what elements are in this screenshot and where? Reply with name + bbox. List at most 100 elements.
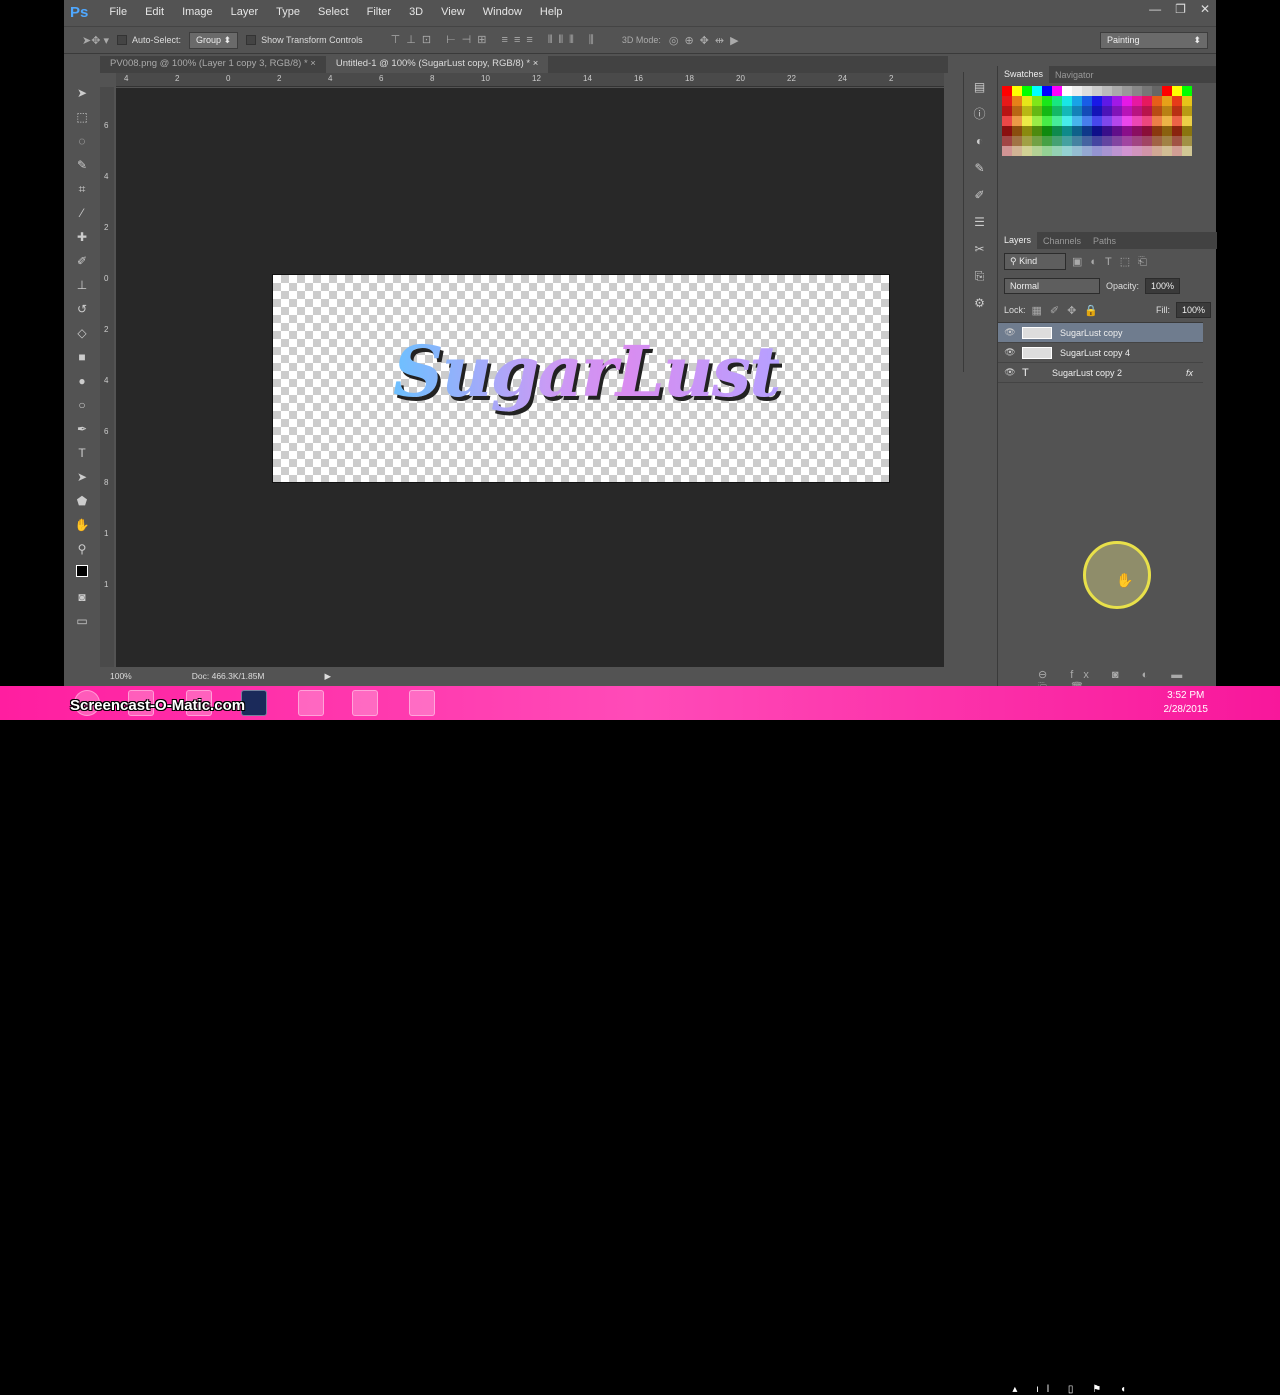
adjustments-icon[interactable]: ☰: [970, 213, 990, 232]
maximize-button[interactable]: ❐: [1175, 2, 1186, 16]
brush-presets-icon[interactable]: ✎: [970, 159, 990, 178]
eye-icon[interactable]: 👁: [998, 327, 1022, 338]
swatch[interactable]: [1032, 126, 1042, 136]
swatch[interactable]: [1122, 96, 1132, 106]
swatch[interactable]: [1072, 126, 1082, 136]
swatch[interactable]: [1012, 96, 1022, 106]
swatch[interactable]: [1072, 106, 1082, 116]
swatch[interactable]: [1172, 86, 1182, 96]
swatch[interactable]: [1172, 106, 1182, 116]
swatch[interactable]: [1112, 116, 1122, 126]
tab-pv008[interactable]: PV008.png @ 100% (Layer 1 copy 3, RGB/8)…: [100, 56, 326, 73]
status-menu-arrow-icon[interactable]: ▶: [325, 671, 332, 682]
tab-paths[interactable]: Paths: [1087, 236, 1122, 246]
swatch[interactable]: [1112, 126, 1122, 136]
history-icon[interactable]: ▤: [970, 78, 990, 97]
tab-untitled-1[interactable]: Untitled-1 @ 100% (SugarLust copy, RGB/8…: [325, 56, 549, 73]
menu-type[interactable]: Type: [267, 6, 309, 18]
swatch[interactable]: [1012, 86, 1022, 96]
swatch[interactable]: [1122, 116, 1132, 126]
swatch[interactable]: [1122, 126, 1132, 136]
swatch[interactable]: [1022, 146, 1032, 156]
swatches-grid[interactable]: [1002, 86, 1192, 156]
swatch[interactable]: [1142, 86, 1152, 96]
swatch[interactable]: [1092, 96, 1102, 106]
tab-channels[interactable]: Channels: [1037, 236, 1087, 246]
swatch[interactable]: [1122, 146, 1132, 156]
swatch[interactable]: [1092, 116, 1102, 126]
swatch[interactable]: [1032, 86, 1042, 96]
swatch[interactable]: [1092, 146, 1102, 156]
swatch[interactable]: [1092, 136, 1102, 146]
healing-brush-icon[interactable]: ✚: [72, 228, 92, 247]
swatch[interactable]: [1162, 126, 1172, 136]
swatch[interactable]: [1142, 126, 1152, 136]
minimize-button[interactable]: —: [1149, 2, 1161, 16]
swatch[interactable]: [1132, 96, 1142, 106]
crop-tool-icon[interactable]: ⌗: [72, 180, 92, 199]
document-canvas[interactable]: SugarLust: [272, 274, 890, 483]
swatch[interactable]: [1142, 136, 1152, 146]
quick-select-tool-icon[interactable]: ✎: [72, 156, 92, 175]
swatch[interactable]: [1052, 126, 1062, 136]
swatch[interactable]: [1032, 146, 1042, 156]
tab-close-icon[interactable]: ×: [533, 58, 539, 69]
swatch[interactable]: [1062, 126, 1072, 136]
filter-icons[interactable]: ▣◐T⬚⎗: [1072, 255, 1155, 269]
swatch[interactable]: [1062, 116, 1072, 126]
swatch[interactable]: [1072, 96, 1082, 106]
swatch[interactable]: [1162, 86, 1172, 96]
tab-close-icon[interactable]: ×: [310, 58, 316, 69]
swatch[interactable]: [1032, 116, 1042, 126]
eye-icon[interactable]: 👁: [998, 367, 1022, 378]
swatch[interactable]: [1032, 136, 1042, 146]
swatch[interactable]: [1062, 106, 1072, 116]
swatch[interactable]: [1182, 96, 1192, 106]
control-panel-taskbar-icon[interactable]: [298, 690, 324, 716]
layer-row[interactable]: 👁 SugarLust copy: [998, 323, 1203, 343]
swatch[interactable]: [1142, 116, 1152, 126]
hand-tool-icon[interactable]: ✋: [72, 516, 92, 535]
menu-window[interactable]: Window: [474, 6, 531, 18]
lock-icons[interactable]: ▦✐✥🔒: [1032, 304, 1107, 317]
swatch[interactable]: [1032, 106, 1042, 116]
swatch[interactable]: [1062, 96, 1072, 106]
swatch[interactable]: [1102, 106, 1112, 116]
blur-tool-icon[interactable]: ●: [72, 372, 92, 391]
system-tray-icons[interactable]: ▴ ıl ▯ ⚑ ◖: [1012, 1384, 1134, 1395]
swatch[interactable]: [1142, 96, 1152, 106]
move-tool-icon[interactable]: ➤✥ ▾: [82, 34, 109, 47]
swatch[interactable]: [1112, 146, 1122, 156]
swatch[interactable]: [1042, 136, 1052, 146]
swatch[interactable]: [1052, 146, 1062, 156]
clone-stamp-icon[interactable]: ⊥: [72, 276, 92, 295]
menu-image[interactable]: Image: [173, 6, 222, 18]
brush-tool-icon[interactable]: ✐: [72, 252, 92, 271]
tab-swatches[interactable]: Swatches: [998, 66, 1050, 83]
swatch[interactable]: [1112, 86, 1122, 96]
swatch[interactable]: [1082, 96, 1092, 106]
swatch[interactable]: [1052, 86, 1062, 96]
menu-filter[interactable]: Filter: [358, 6, 400, 18]
swatch[interactable]: [1022, 86, 1032, 96]
swatch[interactable]: [1102, 116, 1112, 126]
swatch[interactable]: [1102, 146, 1112, 156]
menu-view[interactable]: View: [432, 6, 474, 18]
swatch[interactable]: [1182, 86, 1192, 96]
screen-mode-icon[interactable]: ▭: [72, 612, 92, 631]
swatch[interactable]: [1082, 126, 1092, 136]
brush-icon[interactable]: ✐: [970, 186, 990, 205]
swatch[interactable]: [1122, 86, 1132, 96]
swatch[interactable]: [1132, 116, 1142, 126]
tool-presets-icon[interactable]: ✂: [970, 240, 990, 259]
swatch[interactable]: [1152, 86, 1162, 96]
swatch[interactable]: [1062, 136, 1072, 146]
swatch[interactable]: [1002, 136, 1012, 146]
eyedropper-tool-icon[interactable]: ⁄: [72, 204, 92, 223]
swatch[interactable]: [1122, 136, 1132, 146]
swatch[interactable]: [1012, 136, 1022, 146]
swatch[interactable]: [1092, 106, 1102, 116]
gradient-tool-icon[interactable]: ■: [72, 348, 92, 367]
swatch[interactable]: [1072, 136, 1082, 146]
menu-layer[interactable]: Layer: [222, 6, 268, 18]
